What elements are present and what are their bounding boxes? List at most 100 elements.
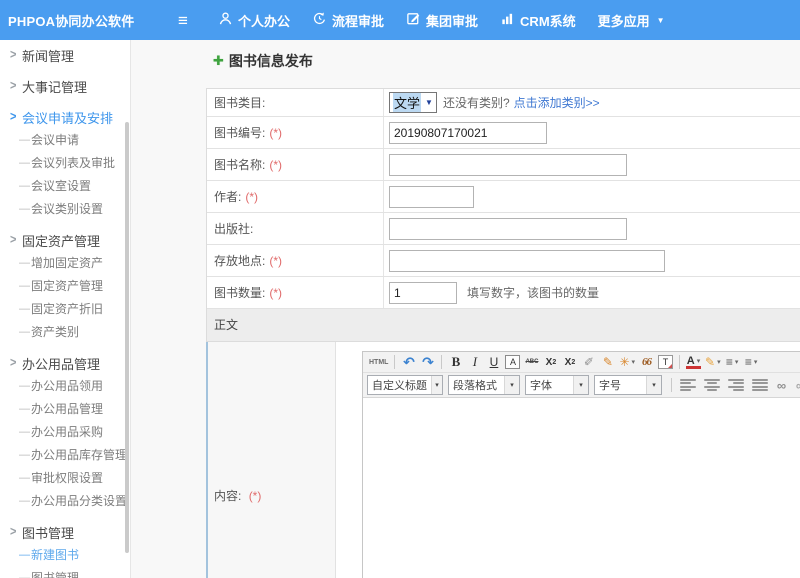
sidebar-item-sub[interactable]: —固定资产折旧 [0, 297, 130, 320]
sidebar-item-sub[interactable]: —办公用品领用 [0, 374, 130, 397]
align-center-button[interactable] [704, 379, 720, 391]
blockquote-button[interactable]: 66 [639, 354, 654, 371]
redo-button[interactable]: ↷ [420, 354, 435, 371]
unordered-list-button[interactable]: ≡▾ [744, 354, 759, 371]
nav-item-crm-system[interactable]: CRM系统 [500, 11, 576, 30]
remove-format-button[interactable]: ✳▾ [619, 354, 635, 371]
toolbar-separator [679, 355, 680, 369]
strikethrough-button[interactable]: ABC [524, 354, 539, 371]
add-category-link[interactable]: 点击添加类别>> [514, 94, 600, 111]
subscript-button[interactable]: X2 [562, 354, 577, 371]
nav-item-group-approval[interactable]: 集团审批 [406, 11, 478, 30]
dash-icon: — [19, 180, 31, 192]
storage-location-input[interactable] [389, 250, 665, 272]
sidebar-item-sub[interactable]: —办公用品采购 [0, 420, 130, 443]
form-row-book-name: 图书名称:(*) [207, 149, 800, 181]
category-question-text: 还没有类别? [443, 94, 510, 111]
dash-icon: — [19, 134, 31, 146]
sidebar-item-group[interactable]: >图书管理 [0, 521, 130, 543]
nav-item-label: 流程审批 [332, 11, 384, 30]
field-label-text: 图书编号: [214, 124, 265, 141]
sidebar-item-sub[interactable]: —办公用品库存管理 [0, 443, 130, 466]
nav-item-more-apps[interactable]: 更多应用▼ [598, 11, 665, 30]
link-button[interactable]: ∞ [774, 377, 789, 394]
eraser-button[interactable]: ✐ [581, 354, 596, 371]
select-label: 自定义标题 [368, 376, 431, 394]
nav-item-personal-office[interactable]: 个人办公 [218, 11, 290, 30]
chevron-right-icon: > [10, 79, 22, 93]
book-category-select[interactable]: 文学▼ [389, 92, 437, 113]
paragraph-format-select[interactable]: 段落格式▾ [448, 375, 520, 395]
sidebar-item-group[interactable]: >会议申请及安排 [0, 106, 130, 128]
custom-title-select[interactable]: 自定义标题▾ [367, 375, 443, 395]
sidebar-item-sub[interactable]: —办公用品分类设置 [0, 489, 130, 512]
toolbar-separator [441, 355, 442, 369]
format-brush-button[interactable]: ✎ [600, 354, 615, 371]
chevron-right-icon: > [10, 525, 22, 539]
sidebar-item-sub[interactable]: —增加固定资产 [0, 251, 130, 274]
underline-button[interactable]: U [486, 354, 501, 371]
person-icon [218, 11, 238, 29]
sidebar-item-group[interactable]: >固定资产管理 [0, 229, 130, 251]
nav-item-workflow-approval[interactable]: 流程审批 [312, 11, 384, 30]
chevron-right-icon: > [10, 110, 22, 124]
field-value: 填写数字，该图书的数量 [384, 282, 800, 304]
font-family-select[interactable]: 字体▾ [525, 375, 589, 395]
font-size-select[interactable]: 字号▾ [594, 375, 662, 395]
sidebar-item-sub[interactable]: —新建图书 [0, 543, 130, 566]
book-number-input[interactable] [389, 122, 547, 144]
field-label: 作者:(*) [207, 181, 384, 212]
sidebar-item-label: 新建图书 [31, 546, 79, 563]
sidebar-item-sub[interactable]: —会议列表及审批 [0, 151, 130, 174]
hamburger-menu-icon[interactable]: ≡ [178, 12, 200, 29]
main-content: ✚ 图书信息发布 图书类目:文学▼还没有类别?点击添加类别>>图书编号:(*)图… [132, 40, 800, 578]
book-quantity-input[interactable] [389, 282, 457, 304]
sidebar-scrollbar[interactable] [125, 122, 129, 553]
forecolor-box-button[interactable]: A [505, 355, 520, 369]
unlink-button[interactable]: ∞× [793, 377, 800, 394]
author-input[interactable] [389, 186, 474, 208]
publisher-input[interactable] [389, 218, 627, 240]
sidebar-item-label: 办公用品分类设置 [31, 492, 127, 509]
sidebar-item-sub[interactable]: —资产类别 [0, 320, 130, 343]
field-label-text: 作者: [214, 188, 241, 205]
italic-button[interactable]: I [467, 354, 482, 371]
app-brand: PHPOA协同办公软件 [0, 11, 178, 30]
editor-toolbar-row2: 自定义标题▾段落格式▾字体▾字号▾∞∞×+ [363, 373, 800, 398]
sidebar-item-sub[interactable]: —审批权限设置 [0, 466, 130, 489]
sidebar-item-sub[interactable]: —办公用品管理 [0, 397, 130, 420]
topbar: PHPOA协同办公软件 ≡ 个人办公 流程审批 集团审批 CRM系统 更多应用▼ [0, 0, 800, 40]
field-value [384, 122, 800, 144]
align-right-button[interactable] [728, 379, 744, 391]
form-row-book-number: 图书编号:(*) [207, 117, 800, 149]
bold-button[interactable]: B [448, 354, 463, 371]
field-hint-text: 填写数字，该图书的数量 [467, 284, 599, 301]
book-name-input[interactable] [389, 154, 627, 176]
font-color-button[interactable]: A▾ [686, 356, 701, 369]
nav-item-label: 个人办公 [238, 11, 290, 30]
sidebar-item-sub[interactable]: —会议类别设置 [0, 197, 130, 220]
sidebar-item-sub[interactable]: —固定资产管理 [0, 274, 130, 297]
sidebar-item-label: 固定资产折旧 [31, 300, 103, 317]
superscript-button[interactable]: X2 [543, 354, 558, 371]
paste-text-button[interactable]: T [658, 355, 673, 369]
html-source-button[interactable]: HTML [369, 354, 388, 371]
form-row-book-category: 图书类目:文学▼还没有类别?点击添加类别>> [207, 89, 800, 117]
sidebar-item-sub[interactable]: —图书管理 [0, 566, 130, 578]
undo-button[interactable]: ↶ [401, 354, 416, 371]
form-row-author: 作者:(*) [207, 181, 800, 213]
highlight-button[interactable]: ✎▾ [705, 354, 721, 371]
sidebar-item-group[interactable]: >办公用品管理 [0, 352, 130, 374]
toolbar-separator [671, 378, 672, 392]
editor-content-area[interactable] [363, 398, 800, 578]
sidebar-item-label: 会议类别设置 [31, 200, 103, 217]
dropdown-arrow-icon: ▾ [431, 376, 442, 394]
ordered-list-button[interactable]: ≡▾ [725, 354, 740, 371]
align-left-button[interactable] [680, 379, 696, 391]
sidebar-item-sub[interactable]: —会议室设置 [0, 174, 130, 197]
align-justify-button[interactable] [752, 379, 768, 391]
content-label: 内容: (*) [208, 342, 336, 578]
sidebar-item-group[interactable]: >新闻管理 [0, 44, 130, 66]
sidebar-item-sub[interactable]: —会议申请 [0, 128, 130, 151]
sidebar-item-group[interactable]: >大事记管理 [0, 75, 130, 97]
